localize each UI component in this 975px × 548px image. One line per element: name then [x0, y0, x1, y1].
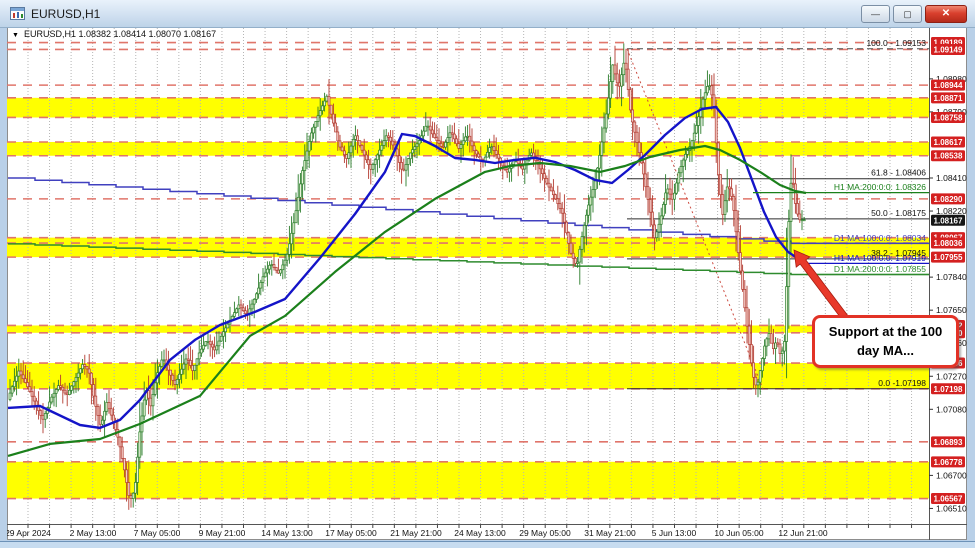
annotation-line-2: day MA... — [857, 342, 914, 360]
ohlc-readout: ▼ EURUSD,H1 1.08382 1.08414 1.08070 1.081… — [12, 29, 216, 39]
plot-area: H1 MA:100:0:0: 1.07919H1 MA:200:0:0: 1.0… — [7, 28, 929, 524]
close-icon: ✕ — [942, 9, 950, 19]
restore-button[interactable]: ▢ — [893, 5, 922, 23]
time-axis-label: 5 Jun 13:00 — [652, 528, 697, 538]
price-badge-value: 1.09149 — [934, 45, 963, 54]
price-badge-value: 1.08758 — [934, 113, 963, 122]
price-badge-value: 1.06893 — [934, 438, 963, 447]
price-chart-canvas[interactable]: H1 MA:100:0:0: 1.07919H1 MA:200:0:0: 1.0… — [0, 0, 975, 548]
ma-value-label-d1ma100: D1 MA:100:0:0: 1.08034 — [834, 233, 926, 243]
ma-line-h1ma200 — [8, 146, 806, 456]
fib-label-61.8: 61.8 - 1.08406 — [871, 168, 926, 178]
minimize-icon: — — [871, 10, 880, 19]
price-badge-value: 1.07198 — [934, 385, 963, 394]
price-axis-label: 1.06510 — [936, 503, 967, 513]
time-axis-label: 7 May 05:00 — [134, 528, 181, 538]
time-axis-label: 9 May 21:00 — [199, 528, 246, 538]
chart-window: EURUSD,H1 — ▢ ✕ H1 MA:100:0:0: 1.07919H1… — [0, 0, 975, 548]
fib-label-0.0: 0.0 -1.07198 — [878, 378, 926, 388]
minimize-button[interactable]: — — [861, 5, 890, 23]
annotation-line-1: Support at the 100 — [829, 323, 942, 341]
price-badge-value: 1.08617 — [934, 138, 963, 147]
price-axis-label: 1.07650 — [936, 305, 967, 315]
window-frame-left — [0, 27, 7, 548]
restore-icon: ▢ — [903, 10, 912, 19]
chart-window-icon — [10, 7, 25, 20]
time-axis-label: 31 May 21:00 — [584, 528, 636, 538]
price-axis-label: 1.07080 — [936, 404, 967, 414]
price-badge-value: 1.06778 — [934, 458, 963, 467]
price-badge-value: 1.08036 — [934, 239, 963, 248]
window-frame-right — [967, 27, 975, 548]
ma-value-label-h1ma200: H1 MA:200:0:0: 1.08326 — [834, 182, 926, 192]
ma-value-label-d1ma200: D1 MA:200:0:0: 1.07855 — [834, 264, 926, 274]
annotation-box[interactable]: Support at the 100 day MA... — [812, 315, 959, 368]
time-axis-label: 10 Jun 05:00 — [714, 528, 763, 538]
time-axis-label: 29 Apr 2024 — [5, 528, 51, 538]
price-axis-label: 1.08220 — [936, 206, 967, 216]
time-axis-label: 12 Jun 21:00 — [778, 528, 827, 538]
price-axis-label: 1.06700 — [936, 470, 967, 480]
close-button[interactable]: ✕ — [925, 5, 967, 23]
price-badge-value: 1.07955 — [934, 253, 963, 262]
time-axis-label: 24 May 13:00 — [454, 528, 506, 538]
window-title: EURUSD,H1 — [31, 7, 100, 21]
price-axis-label: 1.07270 — [936, 371, 967, 381]
time-axis: 29 Apr 2024 2 May 13:00 7 May 05:00 9 May 2… — [5, 525, 967, 539]
price-badge-value: 1.08871 — [934, 94, 963, 103]
ohlc-toggle-icon[interactable]: ▼ — [12, 32, 19, 39]
title-bar[interactable]: EURUSD,H1 — ▢ ✕ — [0, 0, 975, 28]
price-badge-value: 1.08944 — [934, 81, 963, 90]
fib-label-38.2: 38.2 - 1.07945 — [871, 248, 926, 258]
price-axis-label: 1.08410 — [936, 173, 967, 183]
fib-label-100.0: 100.0 - 1.09153 — [866, 38, 926, 48]
price-axis-label: 1.07840 — [936, 272, 967, 282]
time-axis-label: 14 May 13:00 — [261, 528, 313, 538]
time-axis-label: 21 May 21:00 — [390, 528, 442, 538]
time-axis-label: 2 May 13:00 — [70, 528, 117, 538]
window-frame-bottom — [0, 541, 975, 548]
ohlc-values: EURUSD,H1 1.08382 1.08414 1.08070 1.0816… — [24, 29, 216, 39]
price-badge-value: 1.08290 — [934, 195, 963, 204]
time-axis-label: 17 May 05:00 — [325, 528, 377, 538]
price-badge-value: 1.06567 — [934, 495, 963, 504]
price-axis: 1.089801.087901.084101.082201.078401.076… — [929, 27, 967, 540]
fib-label-50.0: 50.0 - 1.08175 — [871, 208, 926, 218]
time-axis-label: 29 May 05:00 — [519, 528, 571, 538]
price-badge-value: 1.08167 — [934, 216, 963, 225]
price-badge-value: 1.08538 — [934, 152, 963, 161]
